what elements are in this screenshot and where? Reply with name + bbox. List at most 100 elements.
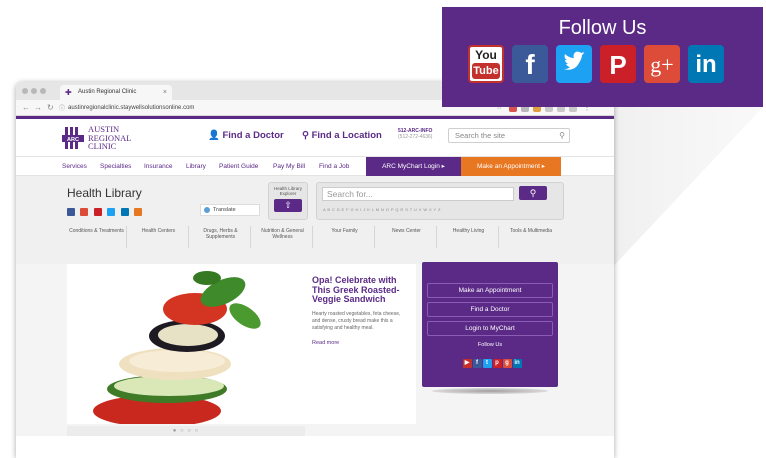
alphabet-index[interactable]: A B C D E F G H I J K L M N O P Q R S T … — [323, 207, 441, 212]
reload-icon[interactable]: ↻ — [47, 103, 54, 113]
nav-services[interactable]: Services — [62, 157, 87, 176]
find-location-label: Find a Location — [311, 130, 382, 141]
screenshot-stage: ✚ Austin Regional Clinic × ← → ↻ ⓘ austi… — [0, 0, 766, 458]
share-icon[interactable] — [134, 208, 143, 216]
youtube-text-top: You — [475, 48, 497, 62]
tab-close-icon[interactable]: × — [163, 85, 167, 100]
close-window-dot[interactable] — [22, 88, 28, 94]
find-doctor-label: Find a Doctor — [222, 130, 284, 141]
translate-button[interactable]: Translate — [200, 204, 260, 216]
login-mychart-button[interactable]: Login to MyChart — [427, 321, 553, 336]
youtube-text-bottom: Tube — [472, 63, 500, 79]
tab-title: Austin Regional Clinic — [78, 89, 137, 95]
clinic-favicon-icon: ✚ — [65, 88, 72, 97]
hero-image[interactable] — [67, 264, 305, 424]
site-search-placeholder: Search the site — [455, 131, 506, 140]
phone-digits: (512-272-4636) — [398, 134, 433, 140]
library-explorer: Health Library Explorer ⇧ — [268, 182, 308, 220]
article-title[interactable]: Opa! Celebrate with This Greek Roasted-V… — [312, 275, 409, 305]
twitter-bird-icon — [564, 51, 585, 70]
facebook-icon[interactable]: f — [512, 45, 548, 83]
pinterest-icon[interactable] — [93, 208, 102, 216]
url-field[interactable]: austinregionalclinic.staywellsolutionson… — [68, 102, 488, 114]
linkedin-icon[interactable]: in — [512, 359, 522, 368]
browser-tab[interactable]: ✚ Austin Regional Clinic × — [60, 85, 172, 100]
nav-insurance[interactable]: Insurance — [144, 157, 173, 176]
google-plus-icon[interactable]: g — [502, 359, 512, 368]
google-plus-icon[interactable]: g+ — [644, 45, 680, 83]
callout-social-icons: You Tube f P g+ in — [468, 45, 738, 87]
veggie-sandwich-image — [67, 264, 305, 424]
nav-specialties[interactable]: Specialties — [100, 157, 131, 176]
follow-us-label: Follow Us — [477, 342, 503, 348]
search-icon: ⚲ — [529, 188, 537, 198]
category-tab[interactable]: News Center — [377, 226, 437, 248]
youtube-icon[interactable]: You Tube — [468, 45, 504, 83]
facebook-icon[interactable] — [67, 208, 75, 216]
twitter-icon[interactable]: t — [482, 359, 492, 368]
back-icon[interactable]: ← — [22, 103, 30, 113]
globe-icon — [204, 207, 210, 213]
make-appointment-button[interactable]: Make an Appointment — [427, 283, 553, 298]
linkedin-icon[interactable]: in — [688, 45, 724, 83]
mychart-login-button[interactable]: ARC MyChart Login ▸ — [366, 157, 461, 176]
nav-patient-guide[interactable]: Patient Guide — [219, 157, 258, 176]
nav-pay-my-bill[interactable]: Pay My Bill — [273, 157, 305, 176]
svg-text:ARC: ARC — [67, 137, 79, 143]
translate-label: Translate — [213, 207, 236, 213]
maximize-window-dot[interactable] — [40, 88, 46, 94]
featured-content: ● ○ ○ ○ Opa! Celebrate with This Greek R… — [16, 262, 614, 436]
category-tab[interactable]: Health Centers — [129, 226, 189, 248]
map-pin-icon: ⚲ — [302, 130, 309, 141]
youtube-icon[interactable]: ▶ — [462, 359, 472, 368]
library-social-icons — [67, 203, 143, 216]
library-search-button[interactable]: ⚲ — [519, 186, 547, 200]
nav-find-a-job[interactable]: Find a Job — [319, 157, 349, 176]
library-search-input[interactable]: Search for... — [322, 187, 514, 201]
phone-link[interactable]: 512-ARC-INFO (512-272-4636) — [398, 128, 432, 140]
follow-us-callout: Follow Us You Tube f P g+ in — [442, 7, 763, 107]
nav-library[interactable]: Library — [186, 157, 206, 176]
category-tab[interactable]: Tools & Multimedia — [501, 226, 561, 248]
forward-icon[interactable]: → — [34, 103, 42, 113]
clinic-logo-mark-icon: ARC — [62, 127, 84, 149]
website: ARC AUSTIN REGIONAL CLINIC 👤 Find a Doct… — [16, 116, 614, 458]
carousel-dots[interactable]: ● ○ ○ ○ — [67, 426, 305, 436]
person-icon: 👤 — [208, 130, 220, 141]
explorer-label: Health Library Explorer — [273, 186, 302, 196]
explorer-button[interactable]: ⇧ — [274, 199, 302, 212]
search-icon[interactable]: ⚲ — [559, 129, 565, 142]
pinterest-icon[interactable]: P — [600, 45, 636, 83]
panel-shadow — [432, 388, 548, 394]
make-appointment-button[interactable]: Make an Appointment ▸ — [461, 157, 561, 176]
linkedin-icon[interactable] — [120, 208, 129, 216]
category-tab[interactable]: Your Family — [315, 226, 375, 248]
twitter-icon[interactable] — [556, 45, 592, 83]
category-tab[interactable]: Healthy Living — [439, 226, 499, 248]
library-categories: Conditions & Treatments Health Centers D… — [67, 226, 565, 252]
find-doctor-link[interactable]: 👤 Find a Doctor — [208, 130, 284, 141]
read-more-link[interactable]: Read more — [312, 340, 409, 346]
pinterest-icon[interactable]: p — [492, 359, 502, 368]
health-library-section: Health Library Translate Health Library … — [16, 176, 614, 264]
info-icon[interactable]: ⓘ — [59, 104, 65, 114]
facebook-icon[interactable]: f — [472, 359, 482, 368]
site-header: ARC AUSTIN REGIONAL CLINIC 👤 Find a Doct… — [16, 119, 614, 156]
category-tab[interactable]: Conditions & Treatments — [67, 226, 127, 248]
twitter-icon[interactable] — [107, 208, 116, 216]
quick-links-panel: Make an Appointment Find a Doctor Login … — [422, 262, 558, 387]
clinic-logo-text: AUSTIN REGIONAL CLINIC — [88, 125, 131, 151]
google-plus-icon[interactable] — [80, 208, 89, 216]
find-doctor-button[interactable]: Find a Doctor — [427, 302, 553, 317]
minimize-window-dot[interactable] — [31, 88, 37, 94]
main-navigation: Services Specialties Insurance Library P… — [16, 156, 614, 176]
library-search-box: Search for... ⚲ A B C D E F G H I J K L … — [316, 182, 564, 220]
featured-article: Opa! Celebrate with This Greek Roasted-V… — [305, 264, 416, 424]
article-summary: Hearty roasted vegetables, feta cheese, … — [312, 310, 401, 331]
category-tab[interactable]: Drugs, Herbs & Supplements — [191, 226, 251, 248]
clinic-logo[interactable]: ARC AUSTIN REGIONAL CLINIC — [62, 125, 142, 153]
explorer-arrow-icon: ⇧ — [284, 200, 292, 210]
find-location-link[interactable]: ⚲ Find a Location — [302, 130, 382, 141]
site-search-input[interactable]: Search the site ⚲ — [448, 128, 570, 143]
category-tab[interactable]: Nutrition & General Wellness — [253, 226, 313, 248]
